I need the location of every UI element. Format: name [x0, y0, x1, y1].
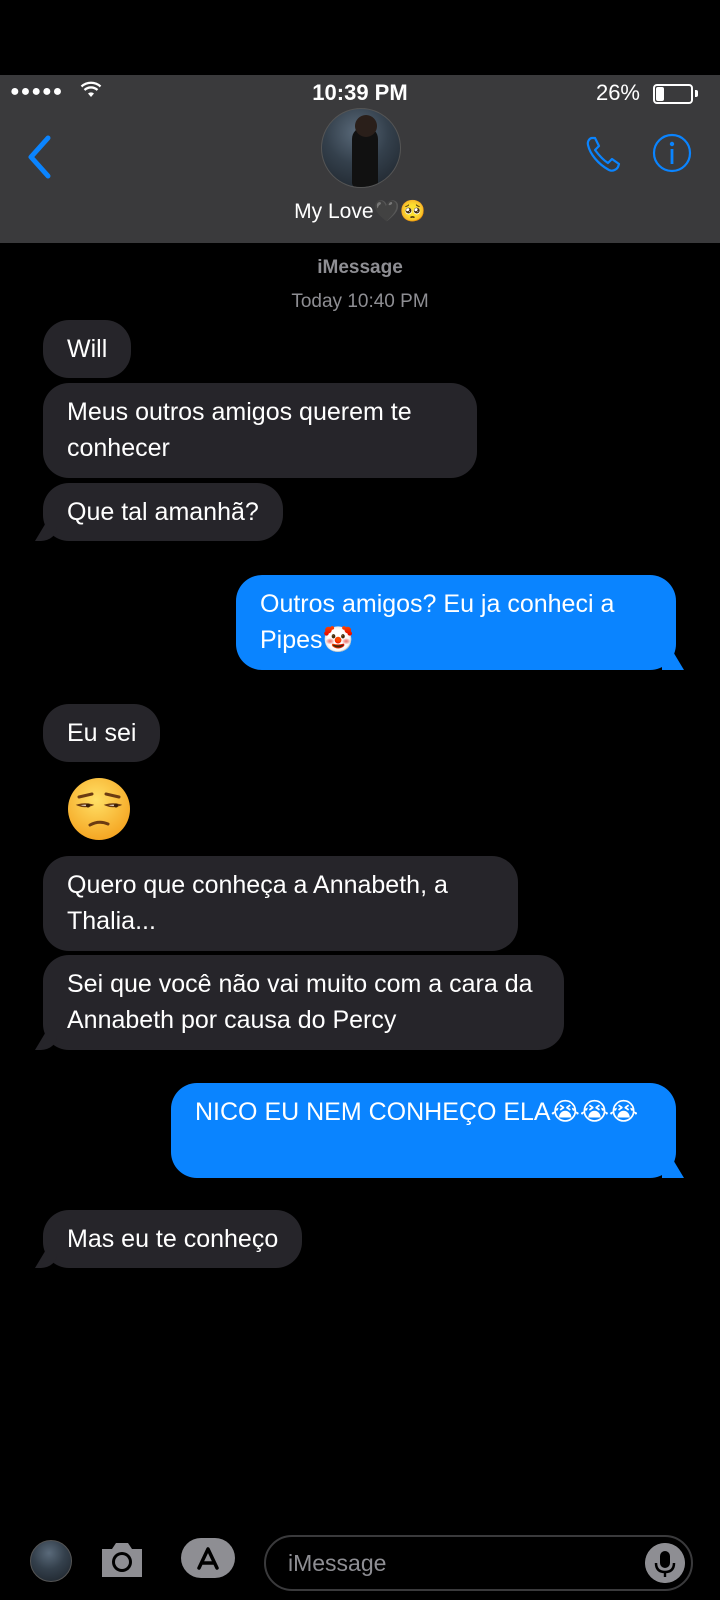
contact-avatar[interactable]: [321, 108, 401, 188]
message-input-placeholder: iMessage: [288, 1550, 387, 1576]
battery-percent: 26%: [595, 80, 640, 105]
info-icon[interactable]: [652, 133, 692, 173]
chevron-left-icon[interactable]: [22, 132, 56, 182]
message-bubble-incoming[interactable]: Sei que você não vai muito com a cara da…: [43, 955, 564, 1050]
service-label: iMessage: [317, 257, 403, 278]
my-avatar[interactable]: [30, 1540, 72, 1582]
message-timestamp: Today 10:40 PM: [291, 291, 429, 312]
message-bubble-incoming[interactable]: Will: [43, 320, 132, 378]
battery-tip: [695, 90, 698, 97]
message-bubble-incoming[interactable]: Quero que conheça a Annabeth, a Thalia..…: [43, 856, 518, 951]
unamused-face-emoji[interactable]: [66, 776, 132, 842]
message-bubble-incoming[interactable]: Eu sei: [43, 704, 161, 762]
message-input[interactable]: iMessage: [264, 1535, 693, 1591]
message-bubble-incoming[interactable]: Meus outros amigos querem te conhecer: [43, 383, 477, 478]
microphone-icon[interactable]: [645, 1543, 685, 1583]
camera-icon[interactable]: [98, 1535, 146, 1583]
message-bubble-outgoing[interactable]: NICO EU NEM CONHEÇO ELA😭😭😭: [171, 1083, 676, 1178]
contact-name[interactable]: My Love🖤🥺: [0, 200, 720, 224]
battery-icon: [653, 84, 693, 104]
message-bubble-incoming[interactable]: Que tal amanhã?: [43, 483, 283, 541]
app-store-icon[interactable]: [179, 1536, 237, 1580]
message-bubble-outgoing[interactable]: Outros amigos? Eu ja conheci a Pipes🤡: [236, 575, 676, 670]
message-bubble-incoming[interactable]: Mas eu te conheço: [43, 1210, 303, 1268]
conversation-header: ●●●●● 10:39 PM 26% My Love🖤🥺: [0, 75, 720, 243]
avatar-head: [355, 115, 377, 137]
phone-icon[interactable]: [582, 132, 626, 176]
